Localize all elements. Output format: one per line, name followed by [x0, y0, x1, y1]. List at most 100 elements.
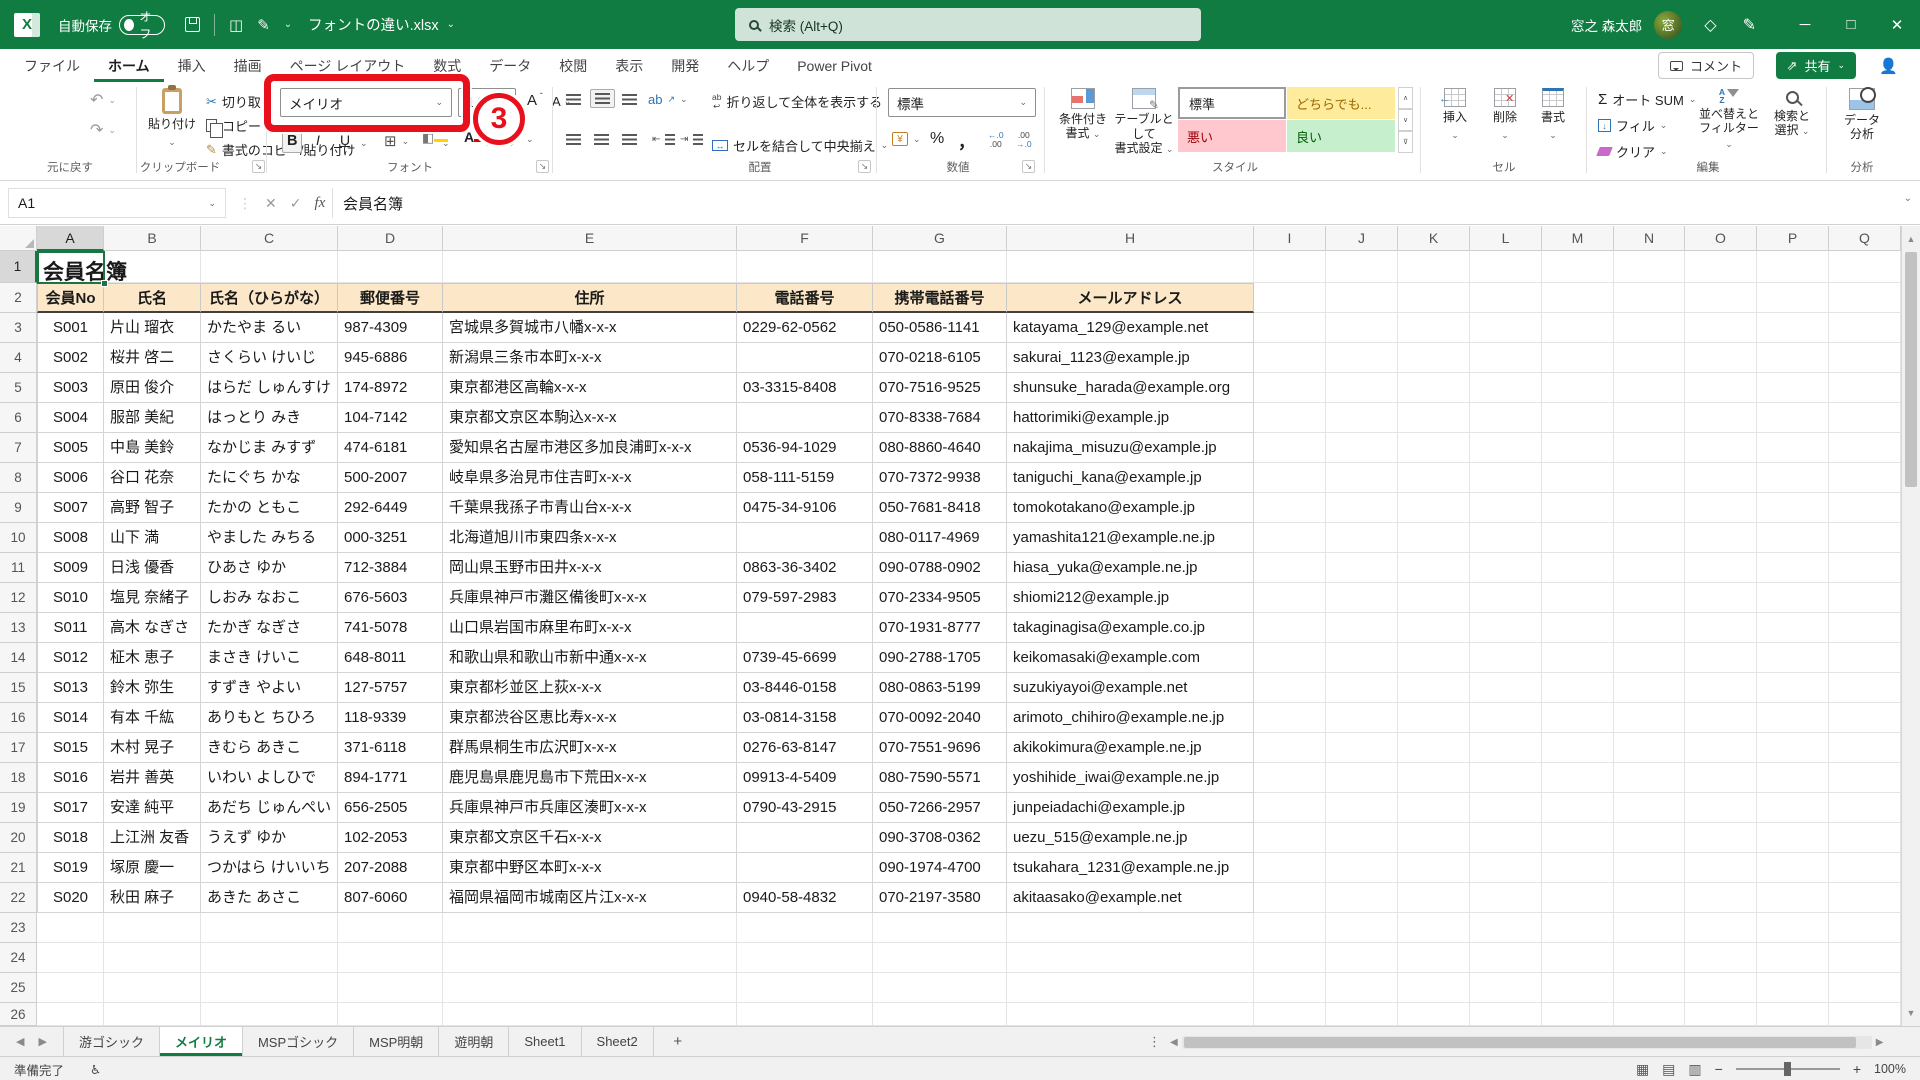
- table-header-cell[interactable]: 氏名: [104, 283, 201, 313]
- zoom-out-button[interactable]: −: [1715, 1061, 1723, 1077]
- row-header-18[interactable]: 18: [0, 763, 37, 793]
- row-header-12[interactable]: 12: [0, 583, 37, 613]
- format-painter-button[interactable]: ✎書式のコピー/貼り付け: [206, 140, 356, 159]
- zoom-slider-thumb[interactable]: [1784, 1062, 1791, 1076]
- decrease-indent-button[interactable]: ⇤: [652, 134, 675, 145]
- autosave-control[interactable]: 自動保存 オフ: [58, 15, 165, 35]
- maximize-button[interactable]: □: [1828, 0, 1874, 49]
- ribbon-tab-5[interactable]: ページ レイアウト: [276, 49, 420, 82]
- phonetic-guide-button[interactable]: ア⌄: [508, 130, 534, 149]
- cell[interactable]: 070-7372-9938: [873, 463, 1007, 493]
- cell[interactable]: hattorimiki@example.jp: [1007, 403, 1254, 433]
- cell[interactable]: S015: [37, 733, 104, 763]
- row-header-8[interactable]: 8: [0, 463, 37, 493]
- cell[interactable]: 080-8860-4640: [873, 433, 1007, 463]
- paste-button[interactable]: 貼り付け ⌄: [146, 86, 198, 158]
- cell[interactable]: 兵庫県神戸市灘区備後町x-x-x: [443, 583, 737, 613]
- column-header-A[interactable]: A: [37, 226, 104, 251]
- gallery-more-icon[interactable]: ⊽: [1398, 131, 1413, 153]
- cell[interactable]: つかはら けいいち: [201, 853, 338, 883]
- cell[interactable]: tsukahara_1231@example.ne.jp: [1007, 853, 1254, 883]
- cell-style-good[interactable]: 良い: [1287, 120, 1395, 152]
- cell[interactable]: 塚原 慶一: [104, 853, 201, 883]
- minimize-button[interactable]: －: [1782, 0, 1828, 49]
- cell[interactable]: 木村 晃子: [104, 733, 201, 763]
- enter-formula-icon[interactable]: ✓: [290, 195, 302, 212]
- cell[interactable]: たかの ともこ: [201, 493, 338, 523]
- ribbon-tab-4[interactable]: 描画: [220, 49, 276, 82]
- column-header-H[interactable]: H: [1007, 226, 1254, 251]
- quick-access-chevron-icon[interactable]: ⌄: [284, 19, 292, 30]
- cell-style-normal[interactable]: 標準: [1178, 87, 1286, 119]
- cell[interactable]: 09913-4-5409: [737, 763, 873, 793]
- cell[interactable]: 118-9339: [338, 703, 443, 733]
- cell[interactable]: やました みちる: [201, 523, 338, 553]
- cell[interactable]: 東京都文京区千石x-x-x: [443, 823, 737, 853]
- cell[interactable]: いわい よしひで: [201, 763, 338, 793]
- table-header-cell[interactable]: 氏名（ひらがな）: [201, 283, 338, 313]
- cell[interactable]: 050-7266-2957: [873, 793, 1007, 823]
- cell[interactable]: 東京都杉並区上荻x-x-x: [443, 673, 737, 703]
- ribbon-tab-3[interactable]: 挿入: [164, 49, 220, 82]
- cell[interactable]: 656-2505: [338, 793, 443, 823]
- table-header-cell[interactable]: 電話番号: [737, 283, 873, 313]
- document-title[interactable]: フォントの違い.xlsx⌄: [308, 14, 459, 35]
- row-header-21[interactable]: 21: [0, 853, 37, 883]
- cell[interactable]: 愛知県名古屋市港区多加良浦町x-x-x: [443, 433, 737, 463]
- analyze-data-button[interactable]: データ 分析: [1836, 86, 1888, 158]
- zoom-in-button[interactable]: +: [1853, 1061, 1861, 1077]
- row-header-10[interactable]: 10: [0, 523, 37, 553]
- fill-color-chevron-icon[interactable]: ⌄: [442, 138, 450, 149]
- row-header-22[interactable]: 22: [0, 883, 37, 913]
- column-header-D[interactable]: D: [338, 226, 443, 251]
- cell[interactable]: 500-2007: [338, 463, 443, 493]
- row-header-19[interactable]: 19: [0, 793, 37, 823]
- sheet-tab-MSPゴシック[interactable]: MSPゴシック: [243, 1027, 354, 1056]
- presence-person-icon[interactable]: 👤: [1879, 57, 1898, 75]
- cell[interactable]: 原田 俊介: [104, 373, 201, 403]
- cell[interactable]: 宮城県多賀城市八幡x-x-x: [443, 313, 737, 343]
- cell[interactable]: nakajima_misuzu@example.jp: [1007, 433, 1254, 463]
- alignment-dialog-launcher[interactable]: ↘: [858, 160, 871, 173]
- row-header-5[interactable]: 5: [0, 373, 37, 403]
- cell[interactable]: junpeiadachi@example.jp: [1007, 793, 1254, 823]
- cell[interactable]: 090-1974-4700: [873, 853, 1007, 883]
- table-header-cell[interactable]: 会員No: [37, 283, 104, 313]
- ribbon-tab-2[interactable]: ホーム: [94, 49, 164, 82]
- user-name[interactable]: 窓之 森太郎: [1571, 15, 1642, 35]
- sheet-nav-right-icon[interactable]: ▶: [38, 1035, 46, 1048]
- ribbon-tab-10[interactable]: 開発: [657, 49, 713, 82]
- cell[interactable]: 兵庫県神戸市兵庫区湊町x-x-x: [443, 793, 737, 823]
- autosum-button[interactable]: Σオート SUM⌄: [1598, 90, 1696, 109]
- gallery-down-icon[interactable]: ∨: [1398, 109, 1413, 131]
- name-box[interactable]: A1 ⌄: [8, 188, 226, 218]
- cell[interactable]: 群馬県桐生市広沢町x-x-x: [443, 733, 737, 763]
- add-sheet-button[interactable]: +: [668, 1032, 688, 1052]
- cell[interactable]: 104-7142: [338, 403, 443, 433]
- cell[interactable]: suzukiyayoi@example.net: [1007, 673, 1254, 703]
- gallery-up-icon[interactable]: ∧: [1398, 87, 1413, 109]
- cell[interactable]: 070-2197-3580: [873, 883, 1007, 913]
- autosave-toggle[interactable]: オフ: [119, 15, 165, 35]
- cell[interactable]: akikokimura@example.ne.jp: [1007, 733, 1254, 763]
- cell[interactable]: 070-1931-8777: [873, 613, 1007, 643]
- premium-diamond-icon[interactable]: ◇: [1704, 15, 1716, 35]
- cell[interactable]: sakurai_1123@example.jp: [1007, 343, 1254, 373]
- merge-center-button[interactable]: ↔セルを結合して中央揃え⌄: [712, 136, 888, 155]
- cell[interactable]: 080-0863-5199: [873, 673, 1007, 703]
- cell[interactable]: [737, 613, 873, 643]
- cell[interactable]: 058-111-5159: [737, 463, 873, 493]
- column-header-L[interactable]: L: [1470, 226, 1542, 251]
- cell[interactable]: S004: [37, 403, 104, 433]
- italic-button[interactable]: I: [316, 132, 320, 148]
- cell[interactable]: 0475-34-9106: [737, 493, 873, 523]
- cell[interactable]: たかぎ なぎさ: [201, 613, 338, 643]
- cell[interactable]: うえず ゆか: [201, 823, 338, 853]
- scroll-down-icon[interactable]: ▼: [1902, 1002, 1920, 1024]
- cancel-formula-icon[interactable]: ✕: [265, 195, 277, 212]
- cell[interactable]: 片山 瑠衣: [104, 313, 201, 343]
- cell[interactable]: S009: [37, 553, 104, 583]
- align-right-button[interactable]: [622, 134, 637, 145]
- select-all-corner[interactable]: [0, 226, 37, 251]
- cell[interactable]: S011: [37, 613, 104, 643]
